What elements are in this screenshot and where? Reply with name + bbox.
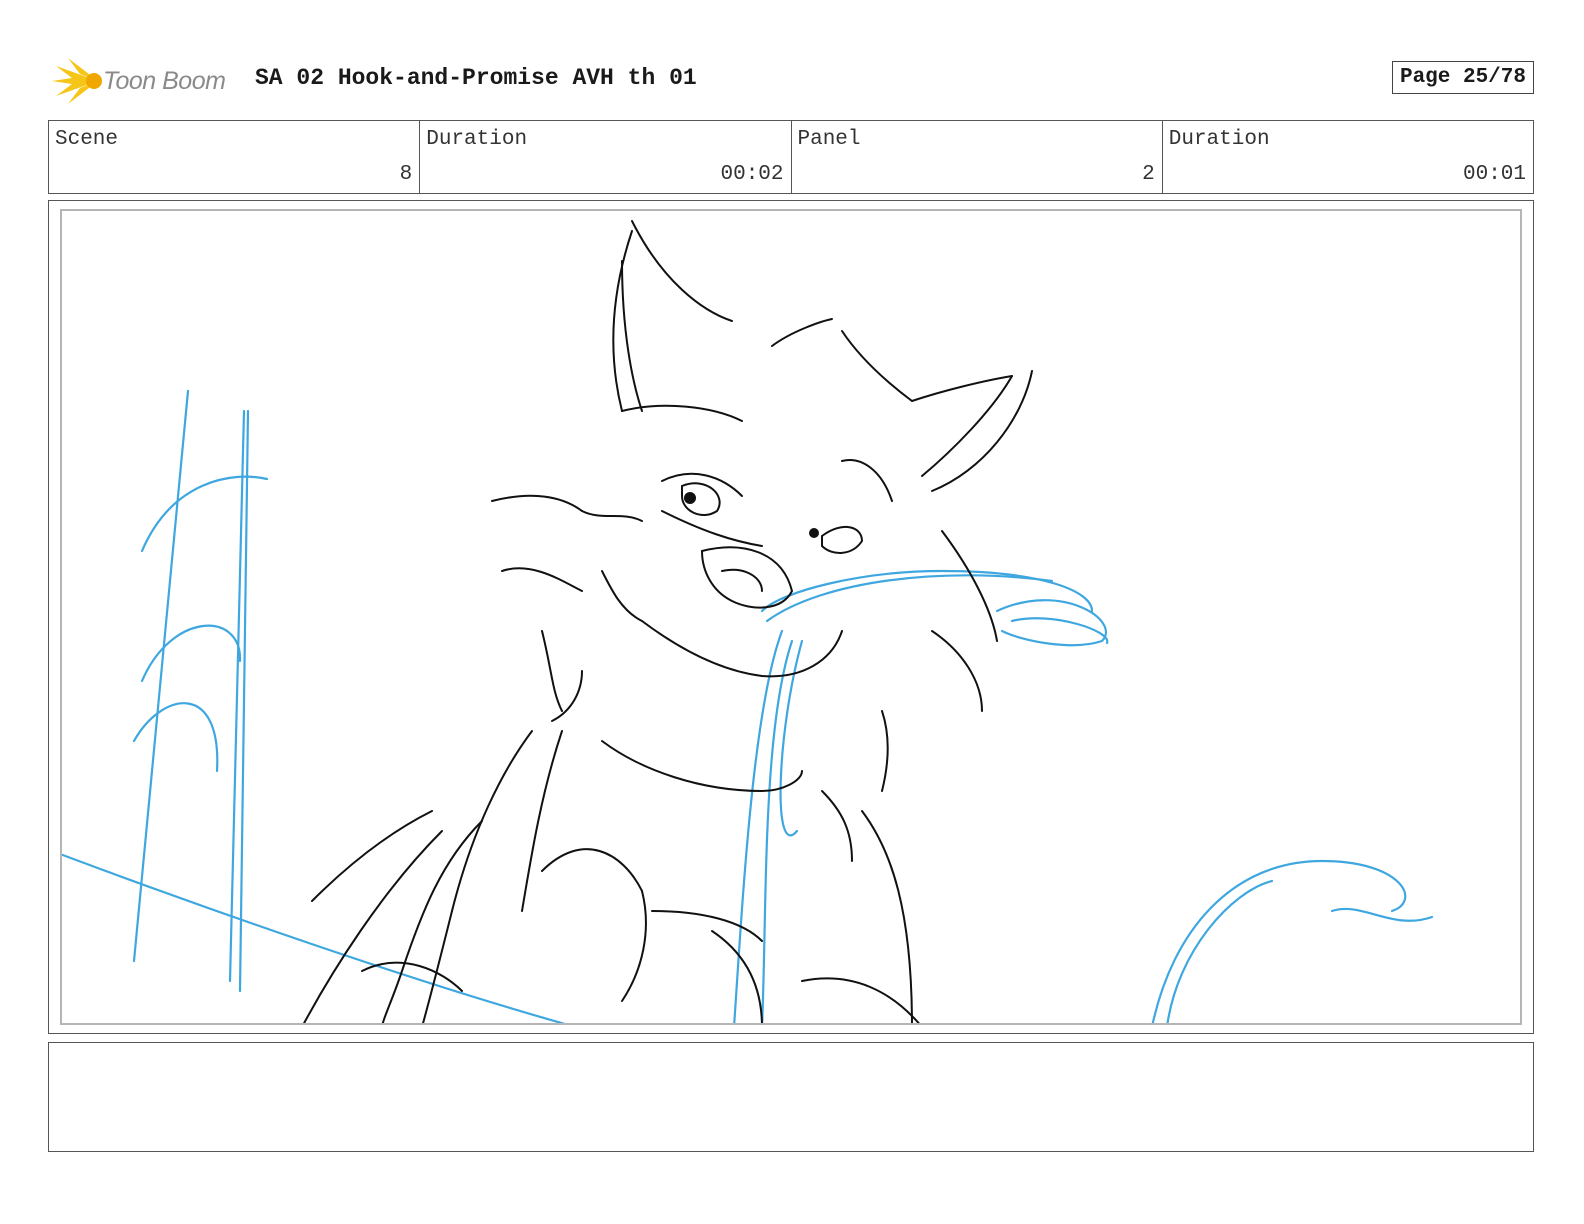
panel-value: 2 (1142, 163, 1155, 186)
panel-label: Panel (797, 128, 861, 151)
panel-duration-cell: Duration 00:01 (1163, 121, 1533, 193)
notes-box (48, 1042, 1534, 1152)
scene-duration-value: 00:02 (720, 163, 784, 186)
page-header: Toon Boom SA 02 Hook-and-Promise AVH th … (50, 52, 1534, 108)
toon-boom-logo: Toon Boom (50, 54, 240, 108)
sketch-image (62, 220, 1434, 1023)
scene-label: Scene (55, 128, 119, 151)
scene-duration-label: Duration (426, 128, 528, 151)
logo-text: Toon Boom (103, 67, 226, 95)
scene-cell: Scene 8 (49, 121, 421, 193)
burst-icon (52, 58, 102, 104)
scene-duration-cell: Duration 00:02 (420, 121, 792, 193)
panel-duration-value: 00:01 (1462, 163, 1526, 186)
panel-cell: Panel 2 (792, 121, 1163, 193)
page-indicator: Page 25/78 (1391, 61, 1534, 94)
panel-duration-label: Duration (1168, 128, 1270, 151)
document-title: SA 02 Hook-and-Promise AVH th 01 (255, 65, 697, 91)
storyboard-panel (48, 200, 1534, 1034)
panel-image-area (60, 209, 1522, 1025)
scene-value: 8 (399, 163, 413, 186)
panel-info-row: Scene 8 Duration 00:02 Panel 2 Duration … (48, 120, 1534, 194)
